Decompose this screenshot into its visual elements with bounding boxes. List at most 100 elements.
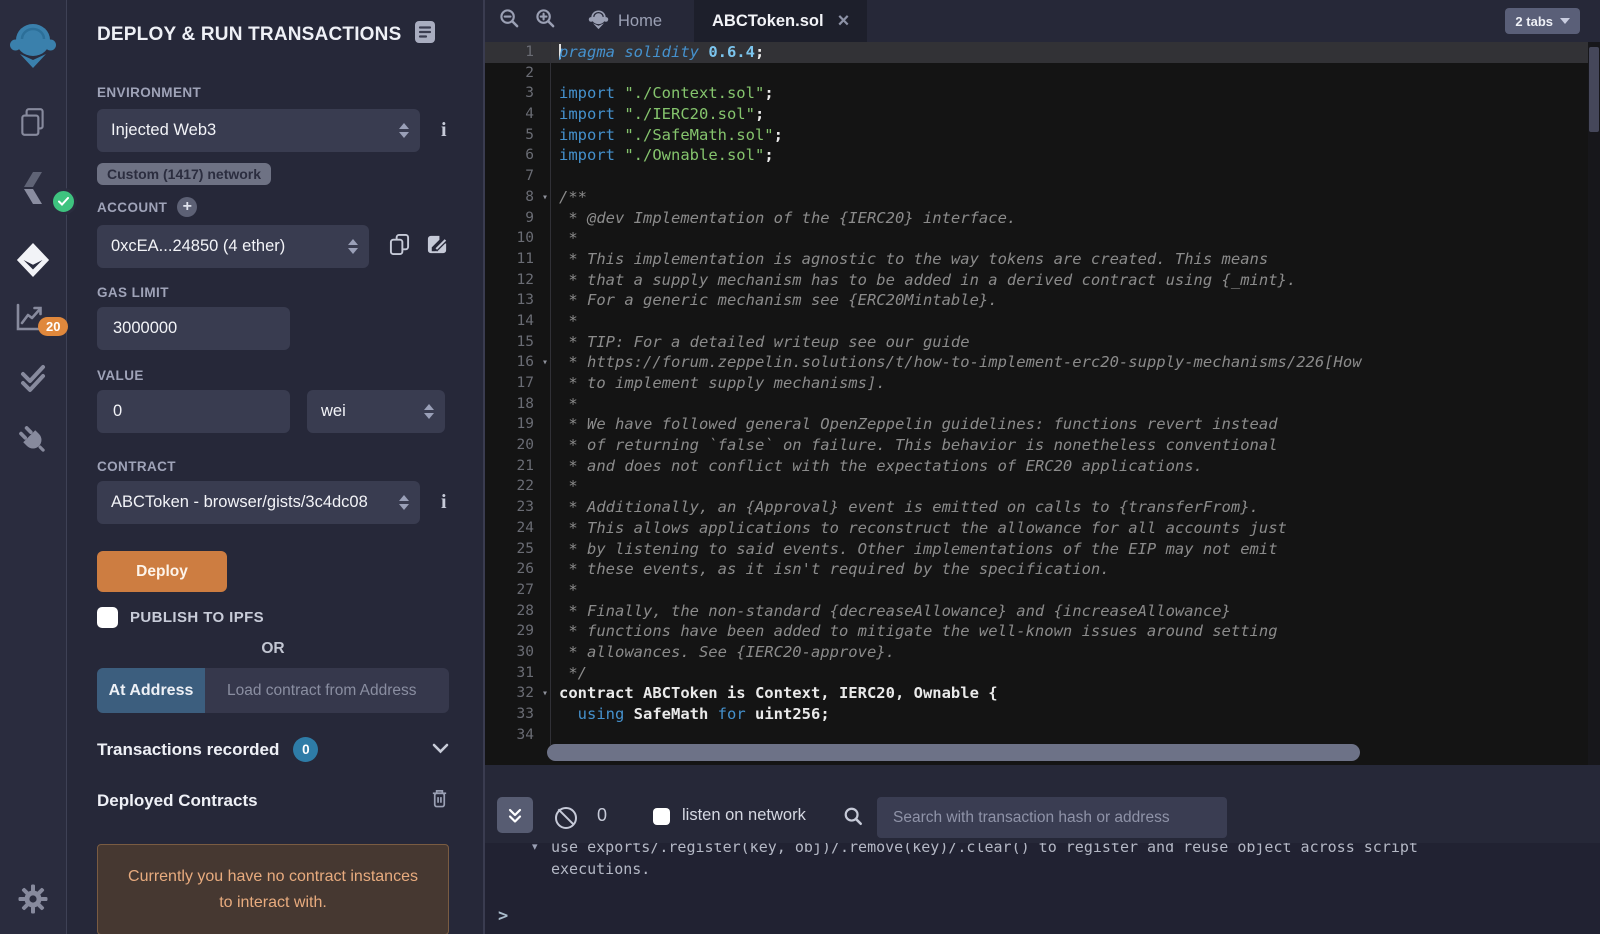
code-line[interactable]: 5import "./SafeMath.sol"; bbox=[485, 125, 1600, 146]
fold-arrow-icon[interactable]: ▾ bbox=[542, 188, 548, 209]
environment-select[interactable]: Injected Web3 bbox=[97, 109, 420, 152]
terminal-output[interactable]: ▾ use exports/.register(key, obj)/.remov… bbox=[485, 843, 1600, 934]
line-number[interactable]: 15 bbox=[485, 332, 551, 353]
solidity-unit-testing-icon[interactable] bbox=[0, 362, 66, 394]
file-explorers-icon[interactable] bbox=[0, 106, 66, 138]
documentation-book-icon[interactable] bbox=[414, 20, 436, 49]
deploy-and-run-icon[interactable] bbox=[0, 240, 66, 280]
line-number[interactable]: 20 bbox=[485, 435, 551, 456]
create-account-plus-icon[interactable]: + bbox=[177, 197, 197, 217]
panel-editor-divider[interactable] bbox=[483, 0, 485, 934]
code-line[interactable]: 18 * bbox=[485, 394, 1600, 415]
terminal-expand-button[interactable] bbox=[497, 797, 533, 833]
close-tab-icon[interactable]: × bbox=[838, 11, 850, 31]
code-line[interactable]: 9 * @dev Implementation of the {IERC20} … bbox=[485, 208, 1600, 229]
at-address-input[interactable] bbox=[205, 668, 449, 713]
code-line[interactable]: 2 bbox=[485, 63, 1600, 84]
value-unit-select[interactable]: wei bbox=[307, 390, 445, 433]
line-number[interactable]: 26 bbox=[485, 559, 551, 580]
code-line[interactable]: 1pragma solidity 0.6.4; bbox=[485, 42, 1600, 63]
analytics-icon[interactable]: 20 bbox=[0, 300, 66, 344]
line-number[interactable]: 14 bbox=[485, 311, 551, 332]
code-line[interactable]: 11 * This implementation is agnostic to … bbox=[485, 249, 1600, 270]
value-input[interactable] bbox=[97, 390, 290, 433]
line-number[interactable]: 25 bbox=[485, 539, 551, 560]
contract-info-icon[interactable]: i bbox=[441, 491, 447, 514]
code-line[interactable]: 22 * bbox=[485, 476, 1600, 497]
code-line[interactable]: 28 * Finally, the non-standard {decrease… bbox=[485, 601, 1600, 622]
tab-home[interactable]: Home bbox=[570, 0, 680, 42]
select-spinner-icon[interactable] bbox=[424, 390, 434, 433]
code-line[interactable]: 15 * TIP: For a detailed writeup see our… bbox=[485, 332, 1600, 353]
environment-info-icon[interactable]: i bbox=[441, 119, 447, 142]
line-number[interactable]: 34 bbox=[485, 725, 551, 746]
line-number[interactable]: 1 bbox=[485, 42, 551, 63]
line-number[interactable]: 21 bbox=[485, 456, 551, 477]
editor-vertical-scrollbar[interactable] bbox=[1588, 42, 1600, 765]
code-line[interactable]: 16▾ * https://forum.zeppelin.solutions/t… bbox=[485, 352, 1600, 373]
deploy-button[interactable]: Deploy bbox=[97, 551, 227, 592]
code-line[interactable]: 6import "./Ownable.sol"; bbox=[485, 145, 1600, 166]
line-number[interactable]: 6 bbox=[485, 145, 551, 166]
at-address-button[interactable]: At Address bbox=[97, 668, 205, 713]
code-line[interactable]: 4import "./IERC20.sol"; bbox=[485, 104, 1600, 125]
line-number[interactable]: 2 bbox=[485, 63, 551, 84]
select-spinner-icon[interactable] bbox=[348, 225, 358, 268]
code-line[interactable]: 20 * of returning `false` on failure. Th… bbox=[485, 435, 1600, 456]
plugin-manager-icon[interactable] bbox=[0, 422, 66, 458]
terminal-search-input[interactable] bbox=[877, 797, 1227, 838]
transactions-recorded-row[interactable]: Transactions recorded 0 bbox=[97, 737, 449, 762]
terminal-prompt[interactable]: > bbox=[498, 906, 508, 926]
editor-scrollbar-thumb[interactable] bbox=[1589, 47, 1599, 132]
contract-select[interactable]: ABCToken - browser/gists/3c4dc08 bbox=[97, 481, 420, 524]
clear-console-block-icon[interactable] bbox=[555, 807, 577, 829]
chevron-down-icon[interactable] bbox=[432, 741, 449, 759]
code-line[interactable]: 21 * and does not conflict with the expe… bbox=[485, 456, 1600, 477]
code-line[interactable]: 25 * by listening to said events. Other … bbox=[485, 539, 1600, 560]
line-number[interactable]: 24 bbox=[485, 518, 551, 539]
solidity-compiler-icon[interactable] bbox=[0, 170, 66, 210]
code-line[interactable]: 3import "./Context.sol"; bbox=[485, 83, 1600, 104]
tab-abctoken-sol[interactable]: ABCToken.sol × bbox=[694, 0, 867, 42]
tabs-count-dropdown[interactable]: 2 tabs bbox=[1505, 8, 1580, 34]
select-spinner-icon[interactable] bbox=[399, 109, 409, 152]
code-line[interactable]: 34 bbox=[485, 725, 1600, 746]
sign-message-edit-icon[interactable] bbox=[426, 233, 449, 261]
line-number[interactable]: 22 bbox=[485, 476, 551, 497]
line-number[interactable]: 11 bbox=[485, 249, 551, 270]
code-line[interactable]: 7 bbox=[485, 166, 1600, 187]
code-line[interactable]: 32▾contract ABCToken is Context, IERC20,… bbox=[485, 683, 1600, 704]
code-line[interactable]: 29 * functions have been added to mitiga… bbox=[485, 621, 1600, 642]
line-number[interactable]: 31 bbox=[485, 663, 551, 684]
publish-to-ipfs-checkbox[interactable] bbox=[97, 607, 118, 628]
line-number[interactable]: 33 bbox=[485, 704, 551, 725]
line-number[interactable]: 17 bbox=[485, 373, 551, 394]
listen-on-network-checkbox[interactable] bbox=[653, 808, 670, 825]
line-number[interactable]: 30 bbox=[485, 642, 551, 663]
line-number[interactable]: 18 bbox=[485, 394, 551, 415]
line-number[interactable]: 28 bbox=[485, 601, 551, 622]
line-number[interactable]: 29 bbox=[485, 621, 551, 642]
code-line[interactable]: 10 * bbox=[485, 228, 1600, 249]
line-number[interactable]: 9 bbox=[485, 208, 551, 229]
settings-gear-icon[interactable] bbox=[0, 884, 66, 914]
code-line[interactable]: 33 using SafeMath for uint256; bbox=[485, 704, 1600, 725]
code-line[interactable]: 19 * We have followed general OpenZeppel… bbox=[485, 414, 1600, 435]
code-line[interactable]: 27 * bbox=[485, 580, 1600, 601]
line-number[interactable]: 16▾ bbox=[485, 352, 551, 373]
copy-account-icon[interactable] bbox=[389, 233, 410, 261]
line-number[interactable]: 19 bbox=[485, 414, 551, 435]
line-number[interactable]: 7 bbox=[485, 166, 551, 187]
fold-arrow-icon[interactable]: ▾ bbox=[542, 684, 548, 705]
code-line[interactable]: 17 * to implement supply mechanisms]. bbox=[485, 373, 1600, 394]
line-number[interactable]: 32▾ bbox=[485, 683, 551, 704]
line-number[interactable]: 27 bbox=[485, 580, 551, 601]
line-number[interactable]: 8▾ bbox=[485, 187, 551, 208]
code-line[interactable]: 23 * Additionally, an {Approval} event i… bbox=[485, 497, 1600, 518]
trash-icon[interactable] bbox=[430, 788, 449, 814]
code-line[interactable]: 12 * that a supply mechanism has to be a… bbox=[485, 270, 1600, 291]
line-number[interactable]: 23 bbox=[485, 497, 551, 518]
code-line[interactable]: 8▾/** bbox=[485, 187, 1600, 208]
line-number[interactable]: 3 bbox=[485, 83, 551, 104]
line-number[interactable]: 5 bbox=[485, 125, 551, 146]
